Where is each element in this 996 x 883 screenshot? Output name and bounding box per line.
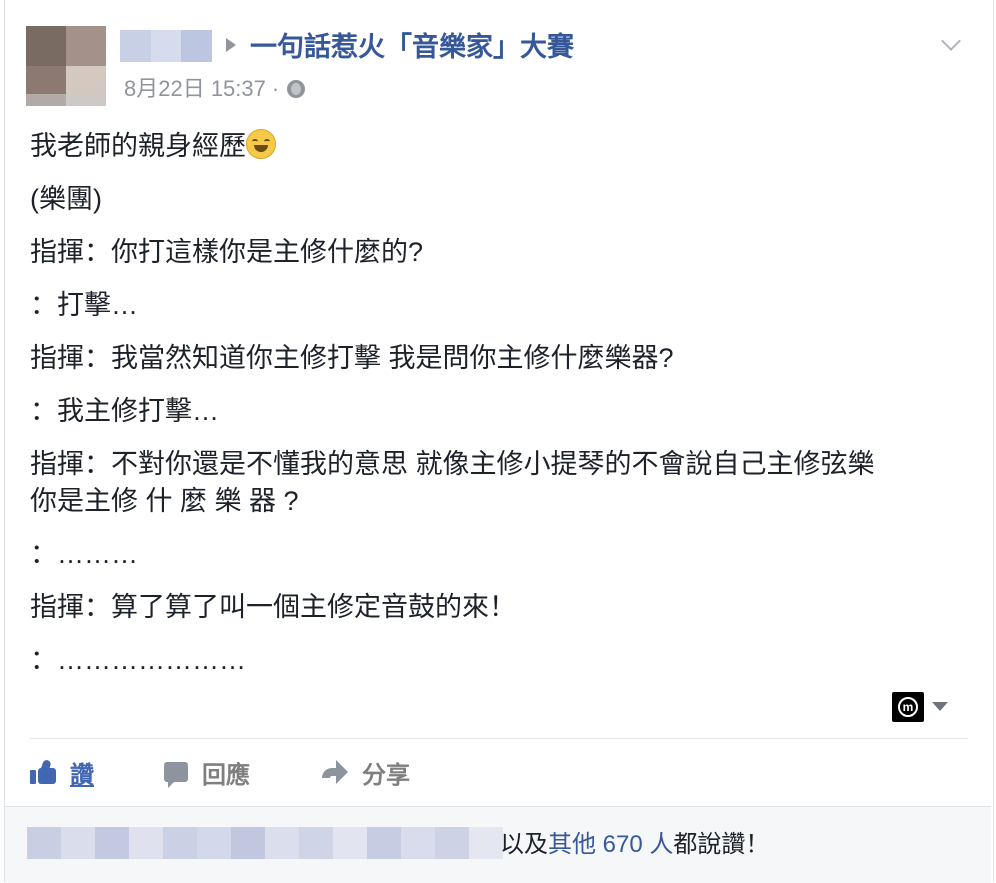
post-line: ：我主修打擊…: [30, 396, 219, 426]
comment-label: 回應: [202, 761, 250, 789]
face-with-tears-of-joy-icon: [246, 129, 276, 159]
likers-names-blurred[interactable]: [27, 827, 503, 859]
post-line: (樂團): [30, 184, 102, 214]
caret-down-icon[interactable]: [932, 702, 948, 711]
author-name-blurred[interactable]: [120, 30, 213, 62]
meta-separator: ·: [271, 76, 280, 101]
action-bar: 讚 回應 分享: [30, 752, 480, 792]
post-line: 我老師的親身經歷: [30, 128, 970, 165]
likes-suffix: 都說讚！: [673, 831, 770, 858]
like-label: 讚: [70, 761, 94, 789]
post-line: ：打擊…: [30, 290, 138, 320]
post-line: ：………: [30, 539, 138, 569]
share-button[interactable]: 分享: [320, 755, 410, 790]
group-name-link[interactable]: 一句話惹火「音樂家」大賽: [250, 30, 574, 64]
thumbs-up-icon: [30, 759, 56, 784]
share-icon: [320, 760, 348, 784]
likes-text: 以及其他 670 人都說讚！: [500, 829, 769, 861]
others-likes-link[interactable]: 其他 670 人: [548, 831, 673, 858]
globe-icon[interactable]: [287, 80, 306, 98]
comment-icon: [164, 762, 188, 788]
divider: [30, 738, 968, 739]
like-button[interactable]: 讚: [30, 755, 94, 790]
post-line: 指揮：算了算了叫一個主修定音鼓的來！: [30, 592, 516, 622]
post-line: 指揮：我當然知道你主修打擊 我是問你主修什麼樂器?: [30, 343, 674, 373]
post-line: 指揮：不對你還是不懂我的意思 就像主修小提琴的不會說自己主修弦樂 你是主修 什 …: [30, 449, 875, 516]
post-timestamp[interactable]: 8月22日 15:37: [124, 74, 266, 104]
arrow-right-icon: [226, 38, 236, 52]
comment-button[interactable]: 回應: [164, 755, 250, 790]
post-meta: 8月22日 15:37 ·: [124, 74, 306, 104]
avatar-blur: [26, 94, 106, 106]
likes-summary: 以及其他 670 人都說讚！: [5, 806, 991, 883]
share-label: 分享: [362, 761, 410, 789]
likes-prefix: 以及: [500, 831, 548, 858]
post-content: 我老師的親身經歷 (樂團) 指揮：你打這樣你是主修什麼的? ：打擊… 指揮：我當…: [30, 128, 970, 695]
post-line: ：…………………: [30, 645, 246, 675]
post-line: 指揮：你打這樣你是主修什麼的?: [30, 237, 424, 267]
m-app-icon[interactable]: m: [892, 692, 924, 722]
